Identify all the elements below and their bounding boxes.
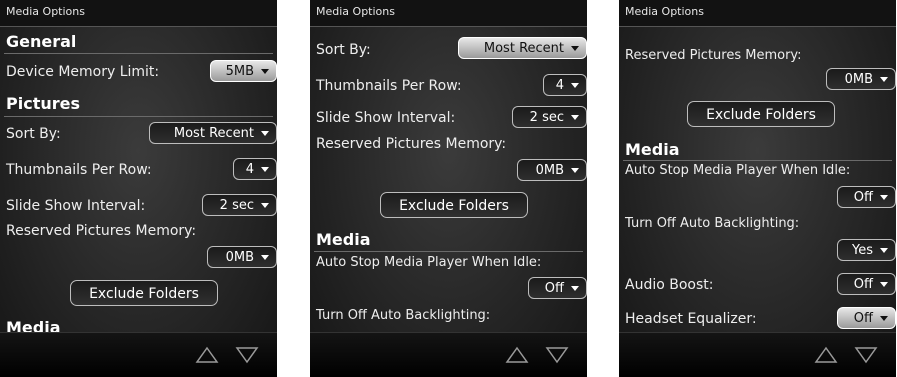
sort-by-label: Sort By: xyxy=(316,42,371,58)
auto-stop-value: Off xyxy=(853,190,873,205)
nav-down-icon[interactable] xyxy=(235,346,259,364)
auto-stop-dropdown[interactable]: Off xyxy=(528,277,587,299)
divider xyxy=(4,116,273,117)
slideshow-label: Slide Show Interval: xyxy=(316,110,456,126)
auto-stop-label: Auto Stop Media Player When Idle: xyxy=(316,255,542,270)
reserved-memory-dropdown[interactable]: 0MB xyxy=(517,159,587,181)
thumbnails-value: 4 xyxy=(555,78,564,93)
divider xyxy=(314,251,583,252)
nav-up-icon[interactable] xyxy=(505,346,529,364)
screen-title: Media Options xyxy=(316,5,395,18)
screen-2: Media Options Sort By: Most Recent Thumb… xyxy=(310,0,587,377)
headset-eq-label: Headset Equalizer: xyxy=(625,311,757,327)
exclude-folders-button[interactable]: Exclude Folders xyxy=(380,192,528,218)
auto-stop-label: Auto Stop Media Player When Idle: xyxy=(625,163,851,178)
chevron-down-icon xyxy=(571,286,579,291)
sort-by-value: Most Recent xyxy=(173,126,254,141)
slideshow-dropdown[interactable]: 2 sec xyxy=(202,194,277,216)
chevron-down-icon xyxy=(261,203,269,208)
chevron-down-icon xyxy=(261,131,269,136)
reserved-memory-label: Reserved Pictures Memory: xyxy=(6,223,197,239)
audio-boost-value: Off xyxy=(853,277,873,292)
backlight-label: Turn Off Auto Backlighting: xyxy=(625,216,800,231)
nav-up-icon[interactable] xyxy=(195,346,219,364)
exclude-folders-button[interactable]: Exclude Folders xyxy=(687,101,835,127)
slideshow-value: 2 sec xyxy=(219,198,254,213)
options-list: Reserved Pictures Memory: 0MB Exclude Fo… xyxy=(619,28,896,333)
headset-eq-value: Off xyxy=(853,311,873,326)
audio-boost-dropdown[interactable]: Off xyxy=(837,273,896,295)
audio-boost-label: Audio Boost: xyxy=(625,277,714,293)
reserved-memory-value: 0MB xyxy=(844,72,873,87)
screen-1: Media Options General Device Memory Limi… xyxy=(0,0,277,377)
sort-by-value: Most Recent xyxy=(483,41,564,56)
title-bar: Media Options xyxy=(619,0,896,27)
chevron-down-icon xyxy=(571,83,579,88)
nav-down-icon[interactable] xyxy=(854,346,878,364)
slideshow-value: 2 sec xyxy=(529,110,564,125)
backlight-value: Yes xyxy=(852,243,873,258)
reserved-memory-label: Reserved Pictures Memory: xyxy=(316,136,507,152)
divider xyxy=(4,53,273,54)
section-heading-media: Media xyxy=(6,318,61,333)
backlight-label: Turn Off Auto Backlighting: xyxy=(316,308,491,323)
nav-up-icon[interactable] xyxy=(814,346,838,364)
nav-down-icon[interactable] xyxy=(545,346,569,364)
sort-by-dropdown[interactable]: Most Recent xyxy=(149,122,277,144)
chevron-down-icon xyxy=(571,168,579,173)
screen-title: Media Options xyxy=(6,5,85,18)
auto-stop-value: Off xyxy=(544,281,564,296)
thumbnails-dropdown[interactable]: 4 xyxy=(543,74,587,96)
thumbnails-value: 4 xyxy=(245,162,254,177)
chevron-down-icon xyxy=(880,316,888,321)
title-bar: Media Options xyxy=(310,0,587,27)
thumbnails-dropdown[interactable]: 4 xyxy=(233,158,277,180)
nav-bar xyxy=(0,332,277,377)
divider xyxy=(623,160,892,161)
nav-bar xyxy=(619,332,896,377)
reserved-memory-dropdown[interactable]: 0MB xyxy=(826,68,896,90)
section-heading-media: Media xyxy=(625,140,680,159)
section-heading-general: General xyxy=(6,32,77,51)
chevron-down-icon xyxy=(571,46,579,51)
section-heading-pictures: Pictures xyxy=(6,94,80,113)
screen-3: Media Options Reserved Pictures Memory: … xyxy=(619,0,896,377)
section-heading-media: Media xyxy=(316,230,371,249)
device-memory-value: 5MB xyxy=(225,64,254,79)
chevron-down-icon xyxy=(880,195,888,200)
chevron-down-icon xyxy=(261,167,269,172)
exclude-folders-button[interactable]: Exclude Folders xyxy=(70,280,218,306)
device-memory-dropdown[interactable]: 5MB xyxy=(210,60,277,82)
options-list: Sort By: Most Recent Thumbnails Per Row:… xyxy=(310,28,587,333)
options-list: General Device Memory Limit: 5MB Picture… xyxy=(0,28,277,333)
device-memory-label: Device Memory Limit: xyxy=(6,64,160,80)
reserved-memory-value: 0MB xyxy=(225,250,254,265)
chevron-down-icon xyxy=(261,255,269,260)
reserved-memory-value: 0MB xyxy=(535,163,564,178)
backlight-dropdown[interactable]: Yes xyxy=(837,239,896,261)
thumbnails-label: Thumbnails Per Row: xyxy=(6,162,152,178)
chevron-down-icon xyxy=(571,115,579,120)
sort-by-dropdown[interactable]: Most Recent xyxy=(458,37,587,59)
auto-stop-dropdown[interactable]: Off xyxy=(837,186,896,208)
chevron-down-icon xyxy=(880,282,888,287)
chevron-down-icon xyxy=(880,77,888,82)
thumbnails-label: Thumbnails Per Row: xyxy=(316,78,462,94)
chevron-down-icon xyxy=(261,69,269,74)
title-bar: Media Options xyxy=(0,0,277,27)
screen-title: Media Options xyxy=(625,5,704,18)
chevron-down-icon xyxy=(880,248,888,253)
reserved-memory-label: Reserved Pictures Memory: xyxy=(625,48,802,63)
slideshow-label: Slide Show Interval: xyxy=(6,198,146,214)
headset-eq-dropdown[interactable]: Off xyxy=(837,307,896,329)
nav-bar xyxy=(310,332,587,377)
reserved-memory-dropdown[interactable]: 0MB xyxy=(207,246,277,268)
slideshow-dropdown[interactable]: 2 sec xyxy=(512,106,587,128)
sort-by-label: Sort By: xyxy=(6,126,61,142)
